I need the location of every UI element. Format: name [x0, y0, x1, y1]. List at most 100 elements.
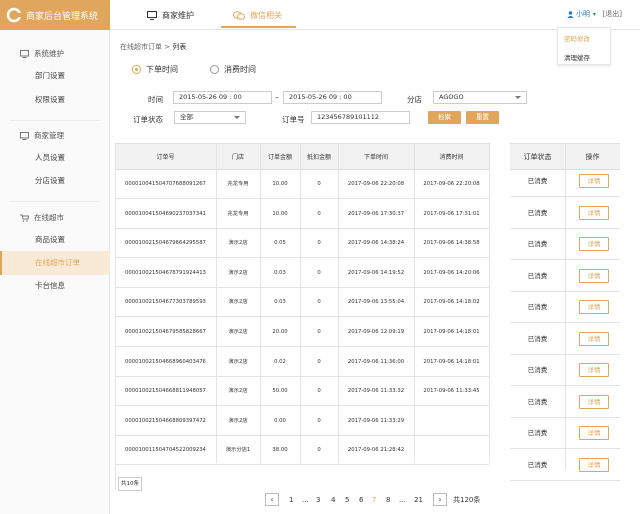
logo-icon — [6, 7, 22, 23]
table-cell: 0 — [317, 329, 321, 335]
table-cell: 0.03 — [274, 299, 286, 306]
table-cell: 0 — [317, 269, 321, 276]
tab-wechat-label: 微信相关 — [250, 10, 282, 20]
page-number[interactable]: 6 — [359, 496, 363, 504]
detail-button[interactable]: 详情 — [579, 331, 609, 346]
next-page-button[interactable]: › — [433, 493, 447, 506]
logout-link[interactable]: [退出] — [603, 9, 622, 19]
sidebar-item-department[interactable]: 部门设置 — [0, 64, 110, 88]
sidebar-item-permission[interactable]: 权限设置 — [0, 88, 110, 112]
start-time-input[interactable]: 2015-05-26 09 : 00 — [173, 91, 272, 104]
table-cell: 2017-09-06 21:28:42 — [347, 447, 405, 454]
table-cell: 2017-09-06 13:55:04 — [347, 299, 405, 306]
search-button[interactable]: 检索 — [428, 111, 461, 124]
table-cell: 000010021504668960403476 — [125, 358, 206, 365]
app-logo[interactable]: 商家后台管理系统 — [0, 0, 110, 30]
detail-button[interactable]: 详情 — [579, 363, 609, 377]
sidebar-item-card-info[interactable]: 卡台信息 — [0, 274, 110, 298]
detail-button[interactable]: 详情 — [579, 237, 609, 251]
table-cell: 2017-09-06 14:18:01 — [423, 358, 480, 365]
sidebar-group-label: 商家管理 — [34, 131, 64, 140]
tab-merchant[interactable]: 商家维护 — [147, 0, 194, 30]
page-size-tag: 共10条 — [118, 477, 142, 491]
sidebar-item-products[interactable]: 商品设置 — [0, 228, 110, 252]
menu-item-clear-cache[interactable]: 清理缓存 — [564, 52, 590, 62]
breadcrumb-parent[interactable]: 在线超市订单 — [120, 43, 162, 51]
table-cell: 2017-09-06 14:19:52 — [347, 269, 405, 276]
status-select[interactable]: 全部 — [174, 111, 246, 124]
table-row: 000010021504668809397472 演示2店 0.00 0 2017-09… — [115, 407, 489, 436]
table-cell: 50.00 — [272, 388, 288, 395]
sidebar-group-merchant[interactable]: 商家管理 — [20, 130, 64, 141]
table-gridline — [414, 143, 415, 463]
page-number[interactable]: 5 — [345, 496, 349, 504]
table-cell: 000010011504704522009234 — [125, 447, 206, 454]
table-cell: 20.00 — [272, 329, 288, 335]
table-cell: 演示2店 — [228, 240, 248, 247]
page-number[interactable]: 21 — [414, 496, 423, 504]
order-status: 已消费 — [527, 177, 548, 185]
table-cell: 2017-09-06 11:33:45 — [423, 388, 480, 395]
table-cell — [414, 436, 489, 465]
table-cell: 0000100415047076880912​67 — [125, 181, 206, 187]
detail-button[interactable]: 详情 — [579, 394, 609, 409]
detail-button[interactable]: 详情 — [579, 457, 609, 472]
detail-button[interactable]: 详情 — [579, 426, 609, 440]
table-cell: 2017-09-06 14:20:06 — [423, 269, 480, 276]
sidebar-group-label: 系统维护 — [34, 49, 64, 58]
table-cell: 000010021504677303789593 — [125, 299, 206, 306]
menu-item-change-password[interactable]: 密码修改 — [564, 33, 590, 43]
sidebar-divider — [10, 201, 100, 202]
page-number[interactable]: 4 — [331, 496, 335, 504]
table-cell: 2017-09-06 11:36:00 — [347, 358, 405, 365]
table-cell: 2017-09-06 11:33:32 — [347, 388, 405, 395]
sidebar-item-branch[interactable]: 分店设置 — [0, 169, 110, 193]
table-cell: 10.00 — [272, 210, 288, 217]
table-gridline — [300, 143, 301, 463]
detail-button[interactable]: 详情 — [579, 268, 609, 283]
monitor-icon — [20, 49, 29, 58]
cart-icon — [20, 214, 29, 222]
active-tab-indicator — [221, 26, 296, 28]
user-name: 小明 — [575, 10, 590, 18]
radio-checked-icon — [132, 65, 141, 74]
end-time-input[interactable]: 2015-05-26 09 : 00 — [283, 91, 382, 104]
prev-page-button[interactable]: ‹ — [265, 493, 279, 506]
page-number[interactable]: 1 — [289, 496, 293, 504]
store-select[interactable]: AGOGO — [433, 91, 527, 104]
detail-button[interactable]: 详情 — [579, 300, 609, 314]
page-number[interactable]: 3 — [316, 496, 320, 504]
reset-button[interactable]: 重置 — [466, 111, 499, 124]
top-bar: 商家维护 微信相关 小明 ▾ [退出] — [110, 0, 640, 30]
table-row: 000010021504668960403476 演示2店 0.02 0 2017-09… — [115, 348, 489, 377]
user-menu-toggle[interactable]: 小明 ▾ — [567, 9, 596, 19]
order-no-input[interactable]: 123456789101112 — [311, 111, 410, 124]
store-select-value: AGOGO — [439, 93, 464, 101]
table-cell: 0 — [317, 210, 321, 217]
radio-order-time[interactable]: 下单时间 — [132, 64, 178, 75]
radio-unchecked-icon — [210, 65, 219, 74]
table-gridline — [338, 143, 339, 463]
table-row: 000010021504679664295587 演示2店 0.05 0 2017-09… — [115, 229, 489, 259]
breadcrumb-current: 列表 — [172, 43, 187, 51]
chevron-down-icon — [234, 116, 240, 119]
sidebar-group-system[interactable]: 系统维护 — [20, 48, 64, 59]
table-cell: 2017-09-06 14:38:24 — [347, 240, 405, 247]
radio-consume-time[interactable]: 消费时间 — [210, 64, 256, 75]
page-number[interactable]: 7 — [372, 496, 376, 504]
page-number[interactable]: 8 — [386, 496, 390, 504]
breadcrumb: 在线超市订单 > 列表 — [120, 42, 186, 52]
total-count: 共120条 — [453, 496, 481, 504]
table-cell — [414, 407, 489, 436]
sidebar-group-supermarket[interactable]: 在线超市 — [20, 212, 64, 223]
detail-button[interactable]: 详情 — [579, 205, 609, 220]
table-cell: 演示2店 — [228, 299, 248, 306]
table-cell: 2017-09-06 12:09:19 — [347, 329, 405, 335]
table-cell: 兆龙专用 — [227, 210, 249, 217]
table-cell: 0.05 — [274, 240, 286, 247]
table-gridline — [489, 143, 490, 463]
detail-button[interactable]: 详情 — [579, 174, 609, 188]
sidebar-item-online-orders[interactable]: 在线超市订单 — [0, 251, 110, 275]
sidebar-item-staff[interactable]: 人员设置 — [0, 146, 110, 170]
table-row: 0000100415047076880912​67 兆龙专用 10.00 0 2017-… — [115, 170, 489, 199]
